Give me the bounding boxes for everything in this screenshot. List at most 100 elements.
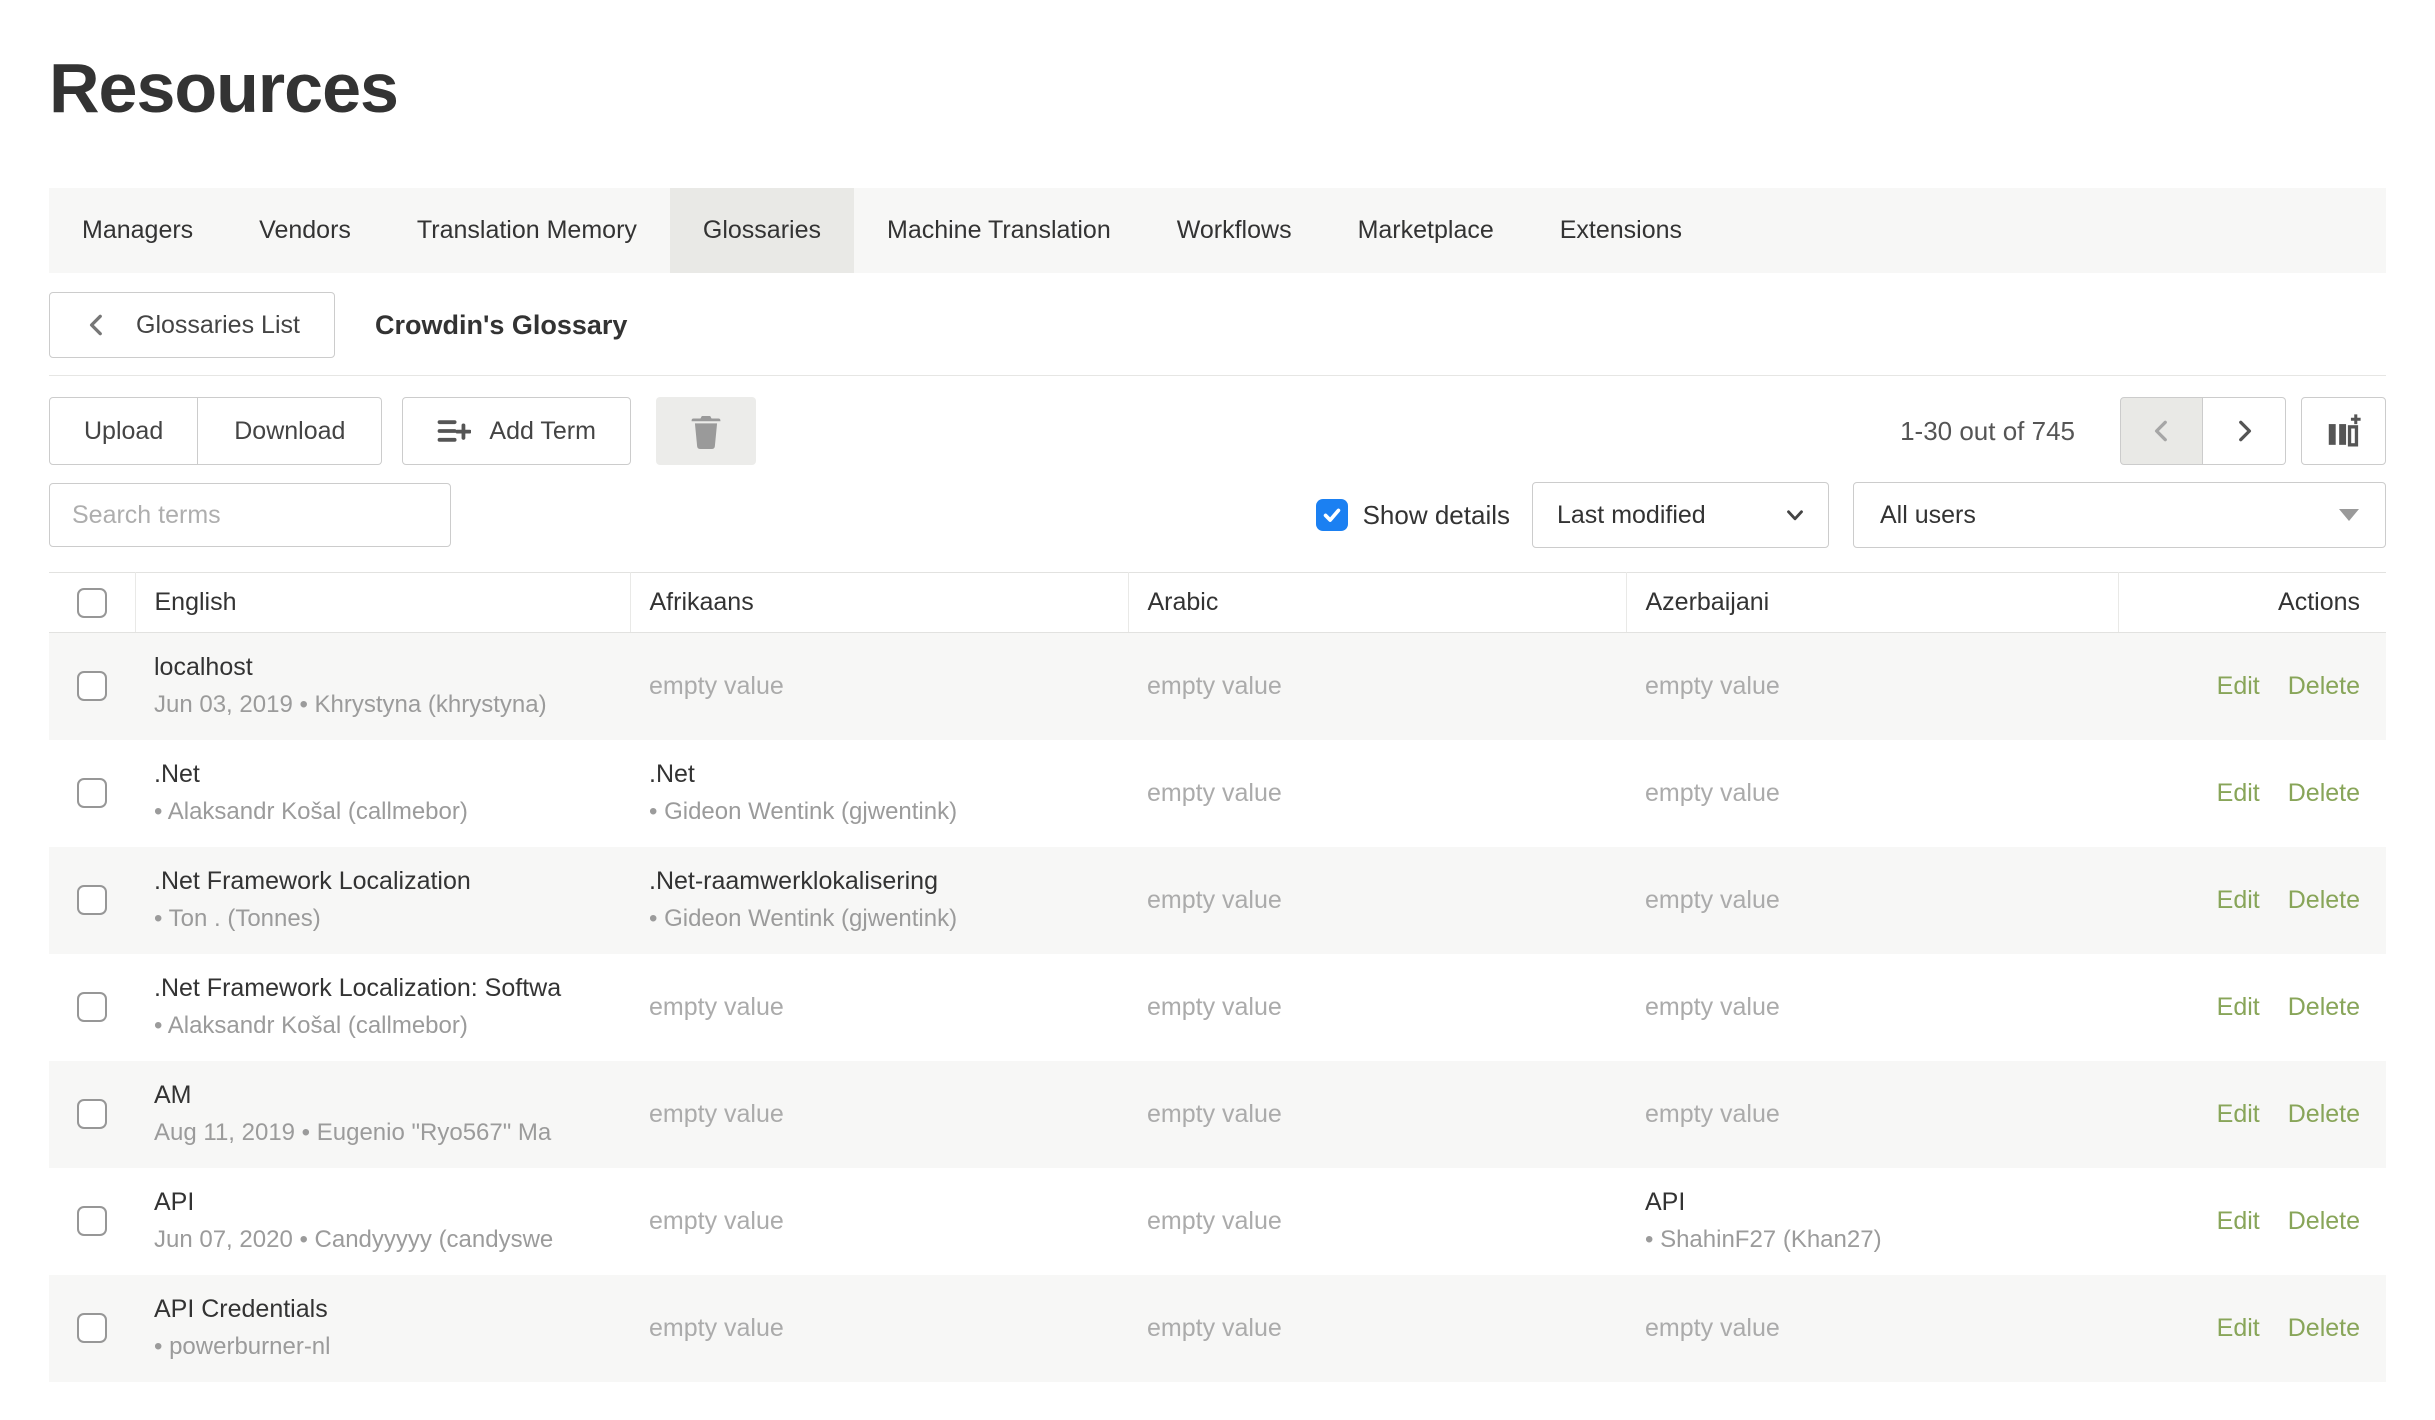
edit-link[interactable]: Edit	[2217, 779, 2260, 807]
row-checkbox-cell	[49, 954, 135, 1061]
actions-cell: Edit Delete	[2118, 740, 2386, 847]
empty-value-label: empty value	[1147, 993, 1282, 1021]
users-filter-dropdown[interactable]: All users	[1853, 482, 2386, 548]
table-row: .Net• Alaksandr Košal (callmebor).Net• G…	[49, 740, 2386, 847]
edit-link[interactable]: Edit	[2217, 993, 2260, 1021]
row-checkbox-cell	[49, 1061, 135, 1168]
column-header-english[interactable]: English	[135, 573, 630, 633]
term-detail: • powerburner-nl	[154, 1333, 610, 1361]
glossary-terms-table: English Afrikaans Arabic Azerbaijani Act…	[49, 572, 2386, 1382]
sort-select-value: Last modified	[1557, 501, 1706, 530]
edit-link[interactable]: Edit	[2217, 672, 2260, 700]
delete-selected-button[interactable]	[656, 397, 756, 465]
glossaries-list-back-button[interactable]: Glossaries List	[49, 292, 335, 358]
column-header-arabic[interactable]: Arabic	[1128, 573, 1626, 633]
empty-value-label: empty value	[1147, 779, 1282, 807]
edit-link[interactable]: Edit	[2217, 886, 2260, 914]
edit-link[interactable]: Edit	[2217, 1100, 2260, 1128]
term-cell: empty value	[1626, 954, 2118, 1061]
row-checkbox[interactable]	[77, 671, 107, 701]
delete-link[interactable]: Delete	[2288, 779, 2360, 807]
filter-bar: Show details Last modified All users	[49, 482, 2386, 548]
columns-plus-icon	[2326, 413, 2362, 449]
row-checkbox-cell	[49, 847, 135, 954]
term-text: API Credentials	[154, 1295, 610, 1324]
table-row: .Net Framework Localization• Ton . (Tonn…	[49, 847, 2386, 954]
row-checkbox[interactable]	[77, 992, 107, 1022]
tab-glossaries[interactable]: Glossaries	[670, 188, 854, 273]
term-text: .Net	[649, 760, 1108, 789]
tab-machine-translation[interactable]: Machine Translation	[854, 188, 1144, 273]
tab-translation-memory[interactable]: Translation Memory	[384, 188, 670, 273]
show-details-checkbox[interactable]	[1316, 499, 1348, 531]
download-button[interactable]: Download	[198, 397, 382, 465]
search-input[interactable]	[49, 483, 451, 547]
tab-managers[interactable]: Managers	[49, 188, 226, 273]
add-term-button[interactable]: Add Term	[402, 397, 631, 465]
term-detail: Aug 11, 2019 • Eugenio "Ryo567" Ma	[154, 1119, 610, 1147]
term-cell: empty value	[1128, 1061, 1626, 1168]
next-page-button[interactable]	[2203, 397, 2286, 465]
prev-page-button[interactable]	[2120, 397, 2203, 465]
resources-tabbar: ManagersVendorsTranslation MemoryGlossar…	[49, 188, 2386, 273]
chevron-right-icon	[2231, 415, 2257, 447]
toolbar: Upload Download Add Term 1-30 out of 745	[49, 397, 2386, 465]
empty-value-label: empty value	[1147, 1207, 1282, 1235]
row-checkbox[interactable]	[77, 1313, 107, 1343]
manage-columns-button[interactable]	[2301, 397, 2386, 465]
table-row: .Net Framework Localization: Softwa• Ala…	[49, 954, 2386, 1061]
chevron-left-icon	[84, 310, 110, 340]
delete-link[interactable]: Delete	[2288, 1314, 2360, 1342]
term-cell: empty value	[1128, 1168, 1626, 1275]
column-header-azerbaijani[interactable]: Azerbaijani	[1626, 573, 2118, 633]
sort-select[interactable]: Last modified	[1532, 482, 1829, 548]
term-text: API	[1645, 1188, 2098, 1217]
tab-vendors[interactable]: Vendors	[226, 188, 384, 273]
table-row: API Credentials • powerburner-nl empty val…	[49, 1275, 2386, 1382]
term-text: .Net-raamwerklokalisering	[649, 867, 1108, 896]
row-checkbox[interactable]	[77, 1099, 107, 1129]
edit-link[interactable]: Edit	[2217, 1207, 2260, 1235]
empty-value-label: empty value	[1147, 886, 1282, 914]
row-checkbox-cell	[49, 1275, 135, 1382]
show-details-label: Show details	[1363, 500, 1510, 531]
empty-value-label: empty value	[1147, 1314, 1282, 1342]
row-checkbox[interactable]	[77, 885, 107, 915]
edit-link[interactable]: Edit	[2217, 1314, 2260, 1342]
delete-link[interactable]: Delete	[2288, 1207, 2360, 1235]
row-checkbox[interactable]	[77, 778, 107, 808]
term-text: .Net Framework Localization	[154, 867, 610, 896]
column-header-afrikaans[interactable]: Afrikaans	[630, 573, 1128, 633]
empty-value-label: empty value	[1645, 1100, 1780, 1128]
pagination-range: 1-30 out of 745	[1900, 416, 2075, 447]
empty-value-label: empty value	[649, 1100, 784, 1128]
delete-link[interactable]: Delete	[2288, 1100, 2360, 1128]
term-detail: • Gideon Wentink (gjwentink)	[649, 905, 1108, 933]
table-row: AM Aug 11, 2019 • Eugenio "Ryo567" Ma empt…	[49, 1061, 2386, 1168]
table-row: localhostJun 03, 2019 • Khrystyna (khrys…	[49, 633, 2386, 740]
section-divider	[49, 375, 2386, 376]
tab-extensions[interactable]: Extensions	[1527, 188, 1715, 273]
upload-download-group: Upload Download	[49, 397, 382, 465]
upload-button[interactable]: Upload	[49, 397, 198, 465]
empty-value-label: empty value	[1645, 779, 1780, 807]
empty-value-label: empty value	[649, 1314, 784, 1342]
empty-value-label: empty value	[649, 1207, 784, 1235]
trash-icon	[689, 413, 723, 449]
tab-workflows[interactable]: Workflows	[1144, 188, 1325, 273]
show-details-toggle[interactable]: Show details	[1316, 499, 1510, 531]
delete-link[interactable]: Delete	[2288, 993, 2360, 1021]
tab-marketplace[interactable]: Marketplace	[1325, 188, 1527, 273]
term-text: AM	[154, 1081, 610, 1110]
delete-link[interactable]: Delete	[2288, 672, 2360, 700]
select-all-checkbox[interactable]	[77, 588, 107, 618]
row-checkbox[interactable]	[77, 1206, 107, 1236]
term-cell: empty value	[630, 954, 1128, 1061]
row-checkbox-cell	[49, 1168, 135, 1275]
delete-link[interactable]: Delete	[2288, 886, 2360, 914]
term-detail: Jun 07, 2020 • Candyyyyy (candyswe	[154, 1226, 610, 1254]
term-cell: empty value	[1626, 1275, 2118, 1382]
actions-cell: Edit Delete	[2118, 1168, 2386, 1275]
term-detail: • ShahinF27 (Khan27)	[1645, 1226, 2098, 1254]
term-cell: empty value	[1626, 1061, 2118, 1168]
